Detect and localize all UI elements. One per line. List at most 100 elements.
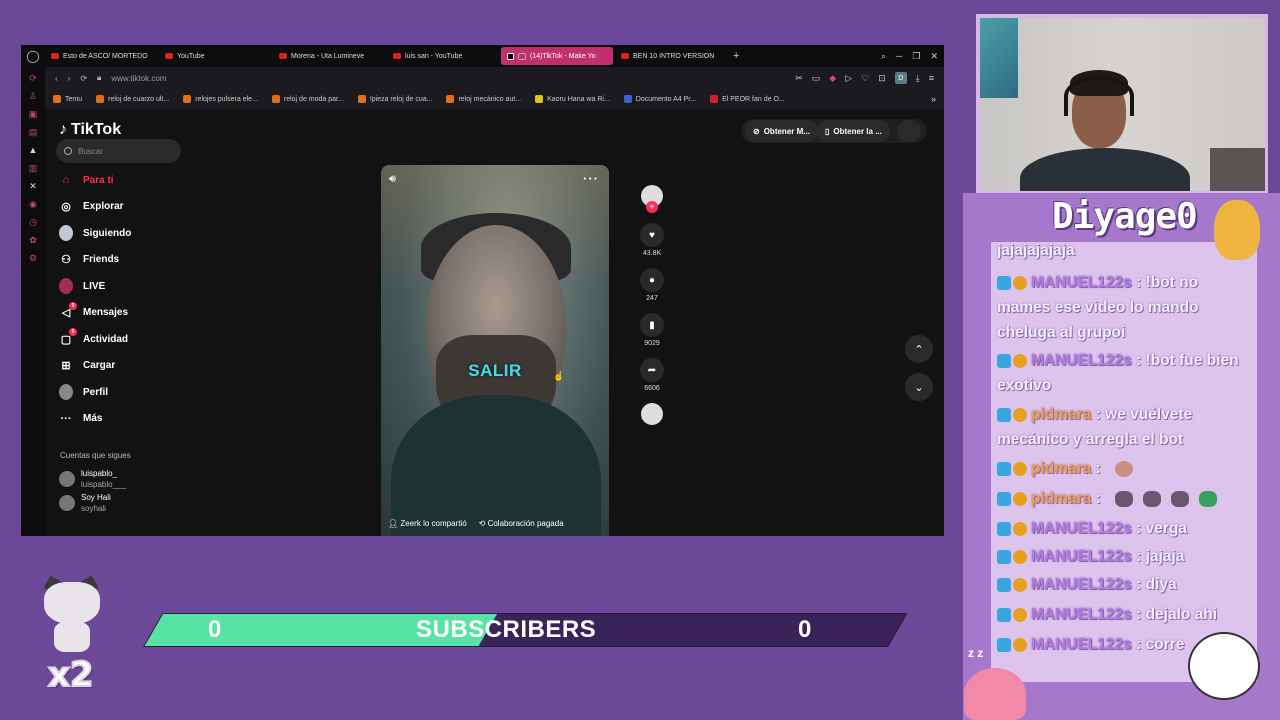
bookmark-item[interactable]: relojes pulsera ele...	[183, 95, 258, 103]
bits-badge-icon	[1013, 491, 1027, 506]
bookmarks-overflow-icon[interactable]: »	[931, 94, 944, 104]
bookmark-label: reloj de cuarzo ult...	[108, 95, 170, 103]
chat-username[interactable]: MANUEL122s	[1031, 606, 1132, 623]
follow-plus-icon[interactable]: +	[646, 201, 658, 213]
nav-item-ms[interactable]: ··· Más	[59, 406, 131, 433]
share-arrow-icon[interactable]: ➦	[640, 358, 664, 382]
nav-item-friends[interactable]: ⚇ Friends	[59, 247, 131, 274]
opera-logo-icon[interactable]: ◯	[21, 45, 45, 67]
messenger-icon[interactable]: ▤	[28, 127, 38, 137]
bookmark-icon[interactable]: ▮	[640, 313, 664, 337]
video-more-icon[interactable]: ···	[583, 171, 599, 186]
nav-item-siguiendo[interactable]: Siguiendo	[59, 220, 131, 247]
snapshot-icon[interactable]: ✂	[795, 73, 803, 84]
menu-icon[interactable]: ≡	[929, 73, 934, 83]
bookmark-item[interactable]: El PEOR fan de O...	[710, 95, 785, 103]
easy-files-icon[interactable]: ⊡	[878, 73, 886, 84]
split-view-icon[interactable]: ▭	[812, 73, 821, 84]
chat-username[interactable]: pidmara	[1031, 460, 1091, 477]
x-icon[interactable]: ✕	[28, 181, 38, 191]
restore-icon[interactable]: ❐	[912, 51, 920, 62]
apps-icon[interactable]: ▲	[28, 145, 38, 155]
bookmark-favicon-icon	[710, 95, 719, 103]
tab-5[interactable]: BEN 10 INTRO VERSION	[615, 47, 727, 65]
chat-username[interactable]: MANUEL122s	[1031, 576, 1132, 593]
bookmark-item[interactable]: !pieza reloj de cua...	[357, 95, 432, 103]
aria-icon[interactable]: ♙	[28, 91, 38, 101]
video-player[interactable]: SALIR 🔊︎ ··· ☝ 👤︎ Zeerk lo compartió ⟲ C…	[381, 165, 609, 536]
next-video-icon[interactable]: ⌄	[905, 373, 933, 401]
bookmark-item[interactable]: Documento A4 Pr...	[623, 95, 696, 103]
forward-icon[interactable]: ›	[68, 74, 71, 83]
video-overlay-text: SALIR	[468, 361, 522, 380]
music-disc-avatar[interactable]	[641, 403, 663, 425]
settings-icon[interactable]: ⚙	[28, 253, 38, 263]
nav-label: Más	[83, 413, 103, 425]
volume-icon[interactable]: 🔊︎	[389, 173, 396, 186]
chat-username[interactable]: MANUEL122s	[1031, 352, 1132, 369]
comment-icon[interactable]: ●	[640, 268, 664, 292]
browser-sidebar: ⟳ ♙ ▣ ▤ ▲ ▥ ✕ ◉ ◷ ✿ ⚙	[21, 67, 45, 536]
nav-item-mensajes[interactable]: ◁ 9 Mensajes	[59, 300, 131, 327]
get-app-button[interactable]: ⊘ Obtener M...	[745, 120, 818, 142]
chat-username[interactable]: MANUEL122s	[1031, 548, 1132, 565]
history-icon[interactable]: ◷	[28, 217, 38, 227]
player-icon[interactable]: ◉	[28, 199, 38, 209]
profile-avatar[interactable]: D	[894, 72, 907, 84]
user-profile-avatar[interactable]	[897, 120, 921, 142]
nav-item-actividad[interactable]: ▢ 5 Actividad	[59, 326, 131, 353]
chat-text: corre	[1145, 636, 1185, 653]
bookmark-item[interactable]: reloj de moda par...	[271, 95, 344, 103]
shared-by[interactable]: 👤︎ Zeerk lo compartió	[388, 516, 467, 532]
chat-username[interactable]: pidmara	[1031, 490, 1091, 507]
account-name: Soy Hali	[81, 493, 111, 502]
bookmark-heart-icon[interactable]: ♡	[861, 73, 869, 84]
tab-4[interactable]: (14)TikTok - Make Yo	[501, 47, 613, 65]
bookmark-item[interactable]: reloj de cuarzo ult...	[96, 95, 169, 103]
tab-1[interactable]: YouTube	[159, 47, 271, 65]
following-account[interactable]: luispablo_ luispablo___	[59, 468, 126, 490]
download-icon[interactable]: ⤓	[916, 73, 920, 84]
get-app-label: Obtener M...	[763, 126, 810, 136]
instagram-icon[interactable]: ▣	[28, 109, 38, 119]
account-avatar	[59, 471, 75, 487]
chat-username[interactable]: pidmara	[1031, 406, 1091, 423]
reload-icon[interactable]: ⟳	[80, 74, 87, 83]
new-tab-button[interactable]: +	[727, 50, 745, 62]
tiktok-logo[interactable]: ♪ TikTok	[59, 121, 121, 139]
chat-username[interactable]: MANUEL122s	[1031, 274, 1132, 291]
tab-2[interactable]: Morena - Uta Lumineve	[273, 47, 385, 65]
nav-item-perfil[interactable]: Perfil	[59, 379, 131, 406]
friends-icon: ⚇	[61, 254, 71, 267]
bookmark-item[interactable]: reloj mecánico aut...	[446, 95, 521, 103]
nav-item-live[interactable]: LIVE	[59, 273, 131, 300]
chat-username[interactable]: MANUEL122s	[1031, 520, 1132, 537]
bookmark-item[interactable]: Kaoru Hana wa Ri...	[535, 95, 610, 103]
chat-username[interactable]: MANUEL122s	[1031, 636, 1132, 653]
get-desktop-button[interactable]: ▯ Obtener la ...	[817, 120, 890, 142]
like-heart-icon[interactable]: ♥	[640, 223, 664, 247]
nav-item-explorar[interactable]: ◎ Explorar	[59, 194, 131, 221]
previous-video-icon[interactable]: ⌃	[905, 335, 933, 363]
minimize-icon[interactable]: ─	[896, 51, 902, 62]
video-popout-icon[interactable]: ▷	[845, 73, 852, 84]
extensions-icon[interactable]: ✿	[28, 235, 38, 245]
search-input[interactable]: Buscar	[56, 139, 181, 163]
author-avatar[interactable]: +	[641, 185, 663, 213]
following-account[interactable]: Soy Hali soyhali	[59, 492, 111, 514]
close-icon[interactable]: ✕	[930, 51, 938, 62]
bookmark-item[interactable]: Temu	[53, 95, 82, 103]
twitch-icon[interactable]: ▥	[28, 163, 38, 173]
tab-0[interactable]: Esto de ASCO/ MORTEDO	[45, 47, 157, 65]
bookmark-label: reloj de moda par...	[283, 95, 344, 103]
video-author[interactable]: relex647	[388, 532, 602, 536]
nav-item-parati[interactable]: ⌂ Para ti	[59, 167, 131, 194]
search-tabs-icon[interactable]: ⌕	[881, 51, 886, 62]
tab-3[interactable]: luis san - YouTube	[387, 47, 499, 65]
reload-sidebar-icon[interactable]: ⟳	[28, 73, 38, 83]
notification-badge: 5	[69, 328, 77, 337]
url-field[interactable]: www.tiktok.com	[111, 74, 166, 83]
nav-item-cargar[interactable]: ⊞ Cargar	[59, 353, 131, 380]
vpn-shield-icon[interactable]: ◆	[829, 73, 836, 84]
back-icon[interactable]: ‹	[55, 74, 58, 83]
